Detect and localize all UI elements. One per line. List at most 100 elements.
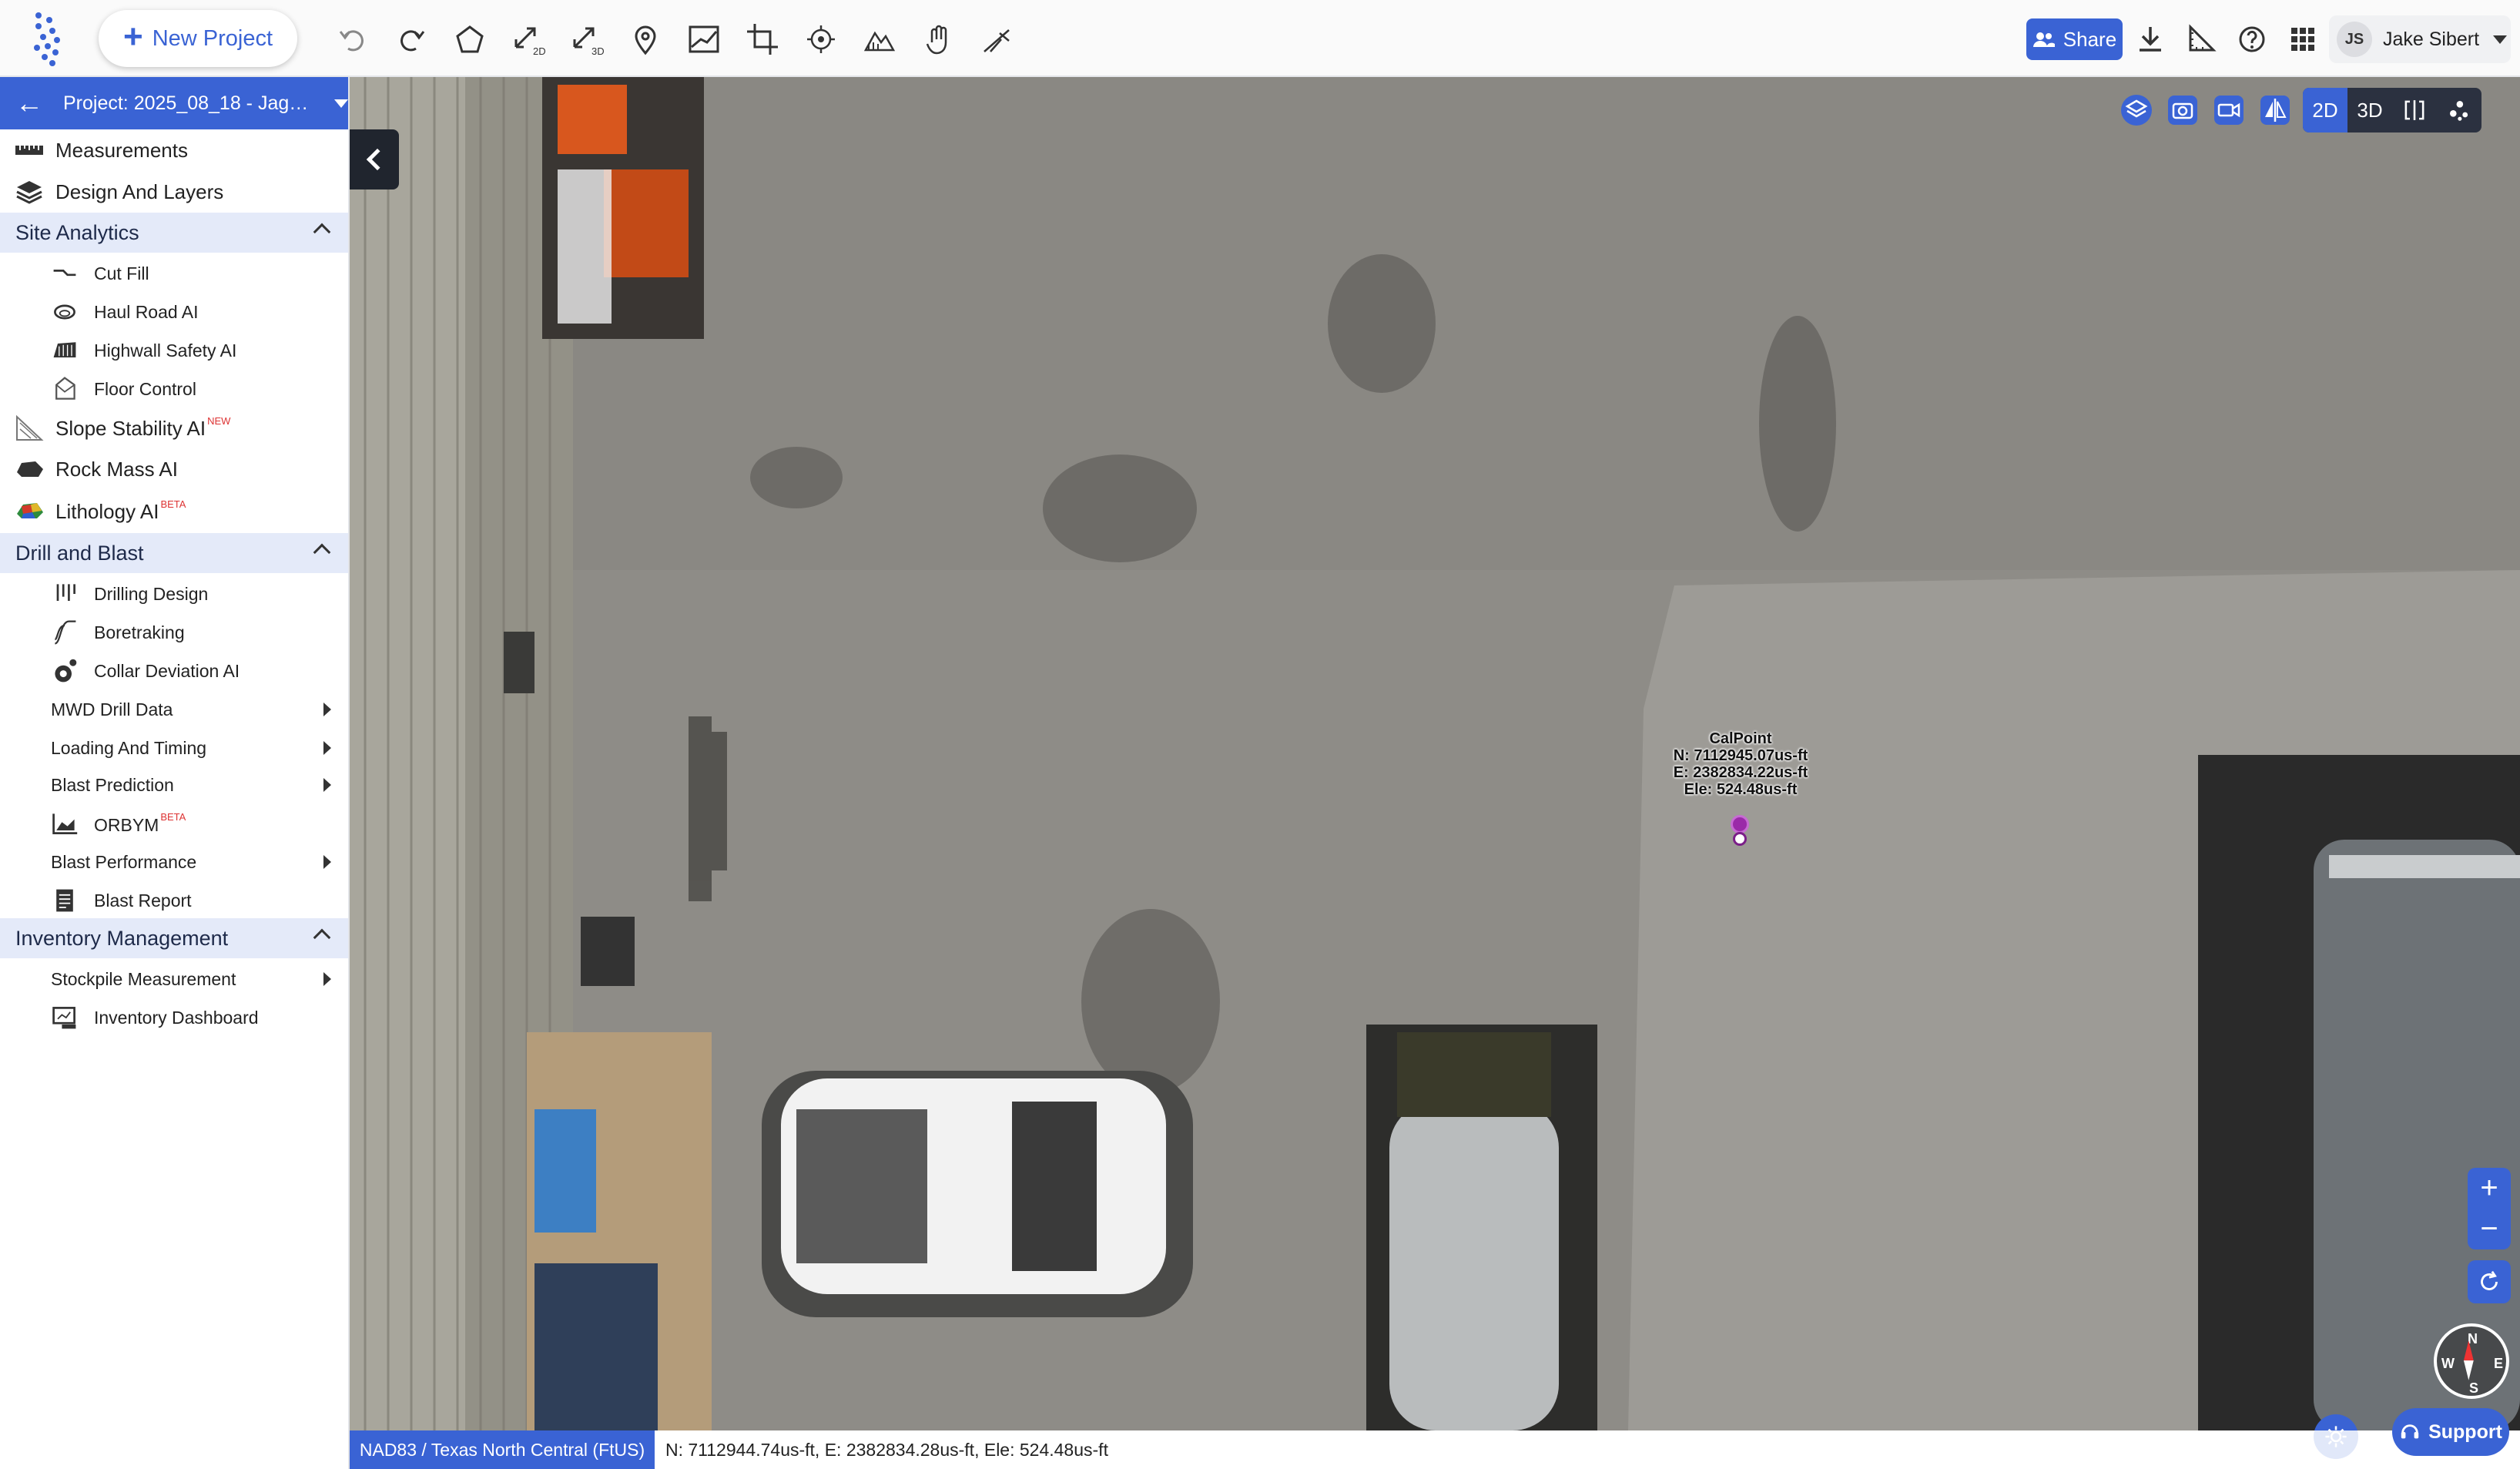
layers-toggle-button[interactable] — [2113, 88, 2160, 132]
chevron-up-icon — [313, 928, 331, 947]
sidebar-item-loading-timing[interactable]: Loading And Timing — [0, 729, 348, 767]
view-3d-button[interactable]: 3D — [2347, 88, 2392, 132]
report-icon — [49, 885, 80, 916]
download-icon — [2140, 27, 2161, 52]
sidebar-item-cut-fill[interactable]: Cut Fill — [0, 254, 348, 293]
ruler-angle-icon — [2189, 24, 2217, 52]
undo-button[interactable] — [330, 17, 376, 62]
section-drill-and-blast[interactable]: Drill and Blast — [0, 533, 348, 573]
floor-control-icon — [49, 374, 80, 404]
sidebar-item-label: Lithology AI BETA — [55, 498, 186, 524]
sidebar-item-measurements[interactable]: Measurements — [0, 131, 348, 169]
compass[interactable]: N S E W — [2434, 1323, 2509, 1399]
map-controls: 2D 3D — [2113, 88, 2481, 132]
sidebar-item-floor-control[interactable]: Floor Control — [0, 370, 348, 408]
polygon-icon — [456, 25, 484, 53]
sidebar-item-haul-road[interactable]: Haul Road AI — [0, 293, 348, 331]
point-cloud-button[interactable] — [2437, 88, 2481, 132]
map-viewport[interactable] — [350, 77, 2520, 1430]
zoom-in-button[interactable]: + — [2468, 1168, 2511, 1209]
sidebar-item-drilling-design[interactable]: Drilling Design — [0, 575, 348, 613]
redo-button[interactable] — [388, 17, 434, 62]
sidebar-item-highwall[interactable]: Highwall Safety AI — [0, 331, 348, 370]
crs-selector[interactable]: NAD83 / Texas North Central (FtUS) — [350, 1430, 655, 1469]
chevron-right-icon — [323, 972, 331, 986]
section-inventory-management[interactable]: Inventory Management — [0, 918, 348, 958]
chevron-down-icon — [334, 99, 348, 108]
sidebar-item-blast-performance[interactable]: Blast Performance — [0, 843, 348, 881]
chevron-up-icon — [313, 543, 331, 562]
measure-3d-button[interactable]: 3D — [564, 17, 610, 62]
ruler-angle-button[interactable] — [2178, 17, 2224, 62]
sidebar-item-lithology[interactable]: Lithology AI BETA — [0, 491, 348, 530]
reset-rotation-button[interactable] — [2468, 1260, 2511, 1303]
sidebar-item-orbym[interactable]: ORBYM BETA — [0, 804, 348, 843]
sidebar-item-label: Drilling Design — [94, 583, 209, 604]
crop-icon — [747, 24, 778, 55]
sidebar-item-slope-stability[interactable]: Slope Stability AI NEW — [0, 408, 348, 447]
location-pin-button[interactable] — [622, 17, 669, 62]
aerial-imagery — [350, 77, 2520, 1430]
sidebar-item-inventory-dashboard[interactable]: Inventory Dashboard — [0, 998, 348, 1037]
video-button[interactable] — [2206, 88, 2252, 132]
share-button[interactable]: Share — [2026, 18, 2123, 60]
hand-pan-button[interactable] — [915, 17, 961, 62]
ruler-icon — [14, 135, 45, 166]
section-site-analytics[interactable]: Site Analytics — [0, 213, 348, 253]
crop-button[interactable] — [739, 17, 786, 62]
sidebar-item-label: Cut Fill — [94, 263, 149, 283]
sidebar-item-label: Blast Performance — [51, 851, 197, 872]
user-name: Jake Sibert — [2383, 28, 2480, 50]
sidebar-item-label: Rock Mass AI — [55, 457, 178, 481]
apps-grid-icon — [2291, 28, 2314, 51]
profile-line-button[interactable] — [681, 17, 727, 62]
view-mode-toggle: 2D 3D — [2303, 88, 2481, 132]
sidebar-item-label: Blast Report — [94, 890, 192, 911]
measure-2d-button[interactable]: 2D — [505, 17, 551, 62]
slope-tool-icon — [984, 29, 1010, 52]
collapse-sidebar-button[interactable] — [350, 129, 399, 189]
collar-deviation-icon — [49, 656, 80, 686]
calpoint-marker[interactable] — [1731, 815, 1749, 833]
measure-2d-text: 2D — [533, 45, 546, 57]
cursor-coordinates: N: 7112944.74us-ft, E: 2382834.28us-ft, … — [655, 1430, 2388, 1469]
sidebar-item-mwd-drill-data[interactable]: MWD Drill Data — [0, 690, 348, 729]
terrain-button[interactable] — [856, 17, 903, 62]
view-2d-button[interactable]: 2D — [2303, 88, 2347, 132]
support-button[interactable]: Support — [2392, 1408, 2509, 1456]
plus-icon: + — [122, 18, 143, 55]
sidebar-item-blast-prediction[interactable]: Blast Prediction — [0, 766, 348, 804]
sidebar-item-label: Collar Deviation AI — [94, 660, 240, 681]
slope-tool-button[interactable] — [973, 17, 1020, 62]
new-project-button[interactable]: + New Project — [99, 10, 297, 67]
zoom-out-button[interactable]: − — [2468, 1209, 2511, 1249]
section-title: Site Analytics — [15, 220, 139, 244]
apps-grid-button[interactable] — [2280, 17, 2326, 62]
chevron-right-icon — [323, 855, 331, 869]
section-title: Inventory Management — [15, 926, 229, 950]
project-selector[interactable]: ← Project: 2025_08_18 - Jagoe -... — [0, 77, 348, 129]
user-menu[interactable]: JS Jake Sibert — [2329, 15, 2511, 63]
chevron-left-icon — [366, 148, 389, 171]
layers-icon — [14, 176, 45, 207]
chevron-right-icon — [323, 741, 331, 755]
compare-button[interactable] — [2252, 88, 2298, 132]
chevron-down-icon — [2493, 35, 2508, 44]
calpoint-north: N: 7112945.07us-ft — [1673, 747, 1808, 764]
sidebar-item-stockpile[interactable]: Stockpile Measurement — [0, 960, 348, 998]
calpoint-name: CalPoint — [1709, 730, 1772, 747]
split-view-button[interactable] — [2392, 88, 2437, 132]
help-button[interactable] — [2229, 17, 2275, 62]
sidebar-item-blast-report[interactable]: Blast Report — [0, 881, 348, 920]
sidebar-item-boretraking[interactable]: Boretraking — [0, 613, 348, 652]
polygon-tool-button[interactable] — [447, 17, 493, 62]
sidebar-item-label: Design And Layers — [55, 179, 224, 203]
download-button[interactable] — [2127, 17, 2173, 62]
screenshot-button[interactable] — [2160, 88, 2206, 132]
sidebar-item-rock-mass[interactable]: Rock Mass AI — [0, 450, 348, 488]
app-logo-icon[interactable] — [29, 9, 69, 68]
back-arrow-icon[interactable]: ← — [15, 89, 43, 117]
sidebar-item-design-layers[interactable]: Design And Layers — [0, 173, 348, 211]
target-button[interactable] — [798, 17, 844, 62]
sidebar-item-collar-deviation[interactable]: Collar Deviation AI — [0, 652, 348, 690]
